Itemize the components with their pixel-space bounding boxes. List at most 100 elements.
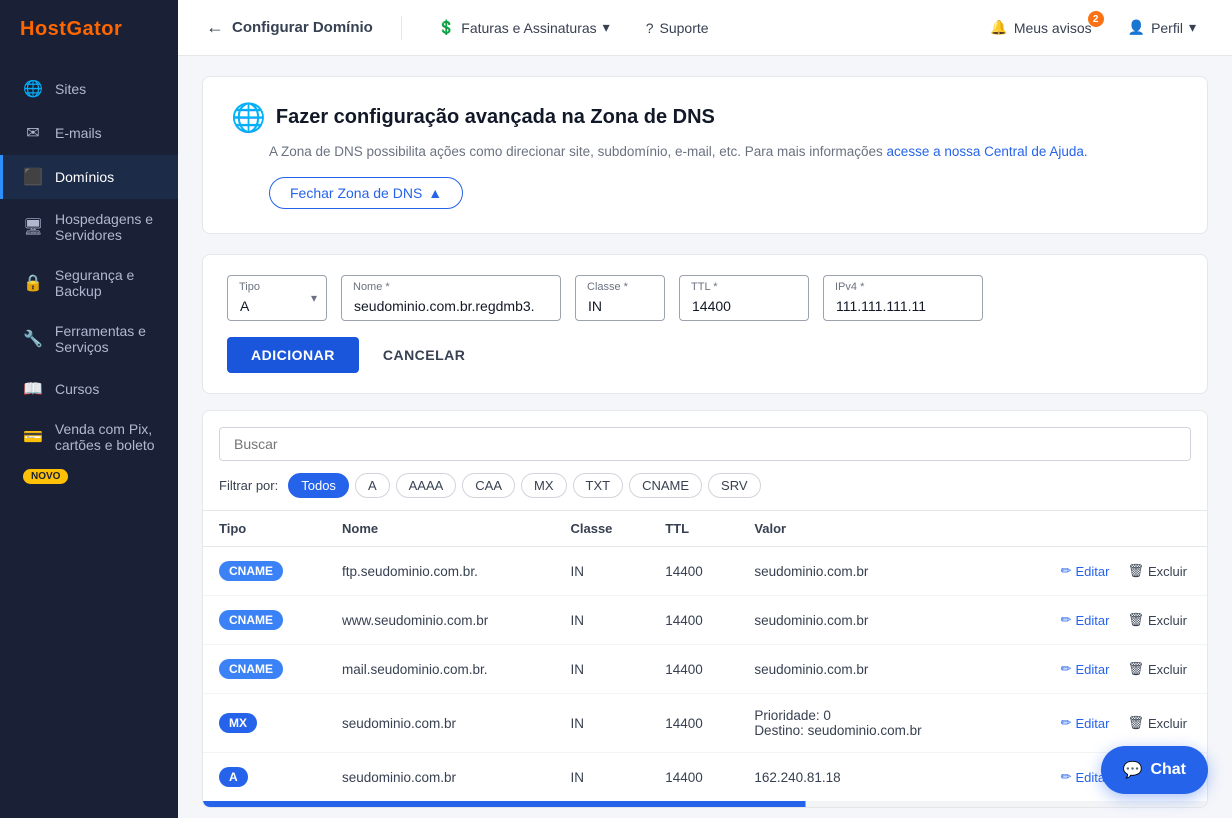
filter-srv-button[interactable]: SRV xyxy=(708,473,761,498)
dns-records-table: Tipo Nome Classe TTL Valor CNAME ftp.seu… xyxy=(203,510,1207,801)
col-tipo: Tipo xyxy=(203,511,326,547)
cell-nome: ftp.seudominio.com.br. xyxy=(326,547,554,596)
cell-ttl: 14400 xyxy=(649,596,738,645)
suporte-label: Suporte xyxy=(660,20,709,36)
tipo-select[interactable]: A CNAME MX TXT AAAA CAA SRV xyxy=(227,275,327,321)
table-scroll-bar xyxy=(203,801,1207,807)
adicionar-button[interactable]: ADICIONAR xyxy=(227,337,359,373)
type-badge: CNAME xyxy=(219,659,283,679)
globe-icon: 🌐 xyxy=(231,101,266,134)
content-area: 🌐 Fazer configuração avançada na Zona de… xyxy=(178,56,1232,818)
sidebar-item-sites[interactable]: 🌐 Sites xyxy=(0,67,178,111)
user-icon: 👤 xyxy=(1128,19,1145,36)
sidebar-item-seguranca[interactable]: 🔒 Segurança e Backup xyxy=(0,255,178,311)
edit-button[interactable]: ✏ Editar xyxy=(1057,561,1114,581)
cell-valor: seudominio.com.br xyxy=(738,645,993,694)
sidebar-item-venda[interactable]: 💳 Venda com Pix, cartões e boleto NOVO xyxy=(0,411,178,494)
cell-classe: IN xyxy=(554,753,649,802)
classe-input[interactable] xyxy=(575,275,665,321)
filter-caa-button[interactable]: CAA xyxy=(462,473,515,498)
delete-button[interactable]: 🗑 Excluir xyxy=(1123,659,1191,679)
edit-icon: ✏ xyxy=(1061,769,1072,785)
sidebar-item-emails[interactable]: ✉ E-mails xyxy=(0,111,178,155)
sidebar-item-label: Cursos xyxy=(55,381,99,397)
dominios-icon: ⬛ xyxy=(23,167,43,187)
sidebar-item-label: Ferramentas e Serviços xyxy=(55,323,158,355)
col-actions xyxy=(994,511,1207,547)
chevron-up-icon: ▲ xyxy=(428,185,442,201)
trash-icon: 🗑 xyxy=(1127,612,1144,628)
chat-icon: 💬 xyxy=(1123,760,1143,780)
avisos-label: Meus avisos xyxy=(1014,20,1092,36)
search-input[interactable] xyxy=(219,427,1191,461)
dns-form: Tipo A CNAME MX TXT AAAA CAA SRV ▾ Nome … xyxy=(202,254,1208,394)
edit-icon: ✏ xyxy=(1061,563,1072,579)
sidebar-item-cursos[interactable]: 📖 Cursos xyxy=(0,367,178,411)
cursos-icon: 📖 xyxy=(23,379,43,399)
edit-button[interactable]: ✏ Editar xyxy=(1057,713,1114,733)
faturas-menu[interactable]: 💲 Faturas e Assinaturas ▾ xyxy=(430,15,618,40)
dns-description: A Zona de DNS possibilita ações como dir… xyxy=(269,144,1179,159)
suporte-menu[interactable]: ? Suporte xyxy=(638,16,717,40)
form-actions: ADICIONAR CANCELAR xyxy=(227,337,1183,373)
ttl-field-group: TTL * xyxy=(679,275,809,321)
sidebar-item-label: Segurança e Backup xyxy=(55,267,158,299)
ipv4-input[interactable] xyxy=(823,275,983,321)
perfil-label: Perfil xyxy=(1151,20,1183,36)
dns-table-section: Filtrar por: Todos A AAAA CAA MX TXT CNA… xyxy=(202,410,1208,808)
cell-valor: 162.240.81.18 xyxy=(738,753,993,802)
filter-mx-button[interactable]: MX xyxy=(521,473,567,498)
form-fields-row: Tipo A CNAME MX TXT AAAA CAA SRV ▾ Nome … xyxy=(227,275,1183,321)
edit-icon: ✏ xyxy=(1061,612,1072,628)
sidebar-nav: 🌐 Sites ✉ E-mails ⬛ Domínios 🖥 Hospedage… xyxy=(0,59,178,818)
delete-button[interactable]: 🗑 Excluir xyxy=(1123,713,1191,733)
sidebar-item-label: Domínios xyxy=(55,169,114,185)
nome-input[interactable] xyxy=(341,275,561,321)
sidebar-item-ferramentas[interactable]: 🔧 Ferramentas e Serviços xyxy=(0,311,178,367)
sidebar-item-label: Venda com Pix, cartões e boleto xyxy=(55,421,158,453)
tipo-field-group: Tipo A CNAME MX TXT AAAA CAA SRV ▾ xyxy=(227,275,327,321)
cell-actions: ✏ Editar 🗑 Excluir xyxy=(994,547,1207,596)
cell-tipo: CNAME xyxy=(203,645,326,694)
trash-icon: 🗑 xyxy=(1127,715,1144,731)
cell-classe: IN xyxy=(554,694,649,753)
hospedagens-icon: 🖥 xyxy=(23,217,43,237)
cancelar-button[interactable]: CANCELAR xyxy=(367,337,482,373)
chevron-down-icon: ▾ xyxy=(1189,19,1196,36)
cell-tipo: CNAME xyxy=(203,596,326,645)
edit-button[interactable]: ✏ Editar xyxy=(1057,659,1114,679)
chevron-down-icon: ▾ xyxy=(603,19,610,36)
filter-row: Filtrar por: Todos A AAAA CAA MX TXT CNA… xyxy=(203,473,1207,510)
cell-valor: Prioridade: 0Destino: seudominio.com.br xyxy=(738,694,993,753)
dns-section-title: Fazer configuração avançada na Zona de D… xyxy=(276,106,715,129)
filter-a-button[interactable]: A xyxy=(355,473,390,498)
brand-logo[interactable]: HostGator xyxy=(0,0,178,59)
fechar-zona-dns-button[interactable]: Fechar Zona de DNS ▲ xyxy=(269,177,463,209)
edit-button[interactable]: ✏ Editar xyxy=(1057,610,1114,630)
col-classe: Classe xyxy=(554,511,649,547)
cell-valor: seudominio.com.br xyxy=(738,596,993,645)
edit-icon: ✏ xyxy=(1061,661,1072,677)
dns-info-section: 🌐 Fazer configuração avançada na Zona de… xyxy=(202,76,1208,234)
perfil-menu[interactable]: 👤 Perfil ▾ xyxy=(1120,15,1204,40)
chat-button[interactable]: 💬 Chat xyxy=(1101,746,1208,794)
central-ajuda-link[interactable]: acesse a nossa Central de Ajuda. xyxy=(887,144,1088,159)
type-badge: MX xyxy=(219,713,257,733)
filter-txt-button[interactable]: TXT xyxy=(573,473,624,498)
filter-cname-button[interactable]: CNAME xyxy=(629,473,702,498)
back-button[interactable]: ← Configurar Domínio xyxy=(206,17,373,38)
cell-valor: seudominio.com.br xyxy=(738,547,993,596)
delete-button[interactable]: 🗑 Excluir xyxy=(1123,610,1191,630)
novo-badge: NOVO xyxy=(23,469,68,484)
filter-todos-button[interactable]: Todos xyxy=(288,473,349,498)
ttl-input[interactable] xyxy=(679,275,809,321)
sidebar-item-hospedagens[interactable]: 🖥 Hospedagens e Servidores xyxy=(0,199,178,255)
avisos-menu[interactable]: 2 🔔 Meus avisos xyxy=(982,15,1099,40)
delete-button[interactable]: 🗑 Excluir xyxy=(1123,561,1191,581)
sidebar-item-dominios[interactable]: ⬛ Domínios xyxy=(0,155,178,199)
cell-actions: ✏ Editar 🗑 Excluir xyxy=(994,645,1207,694)
filter-aaaa-button[interactable]: AAAA xyxy=(396,473,457,498)
venda-icon: 💳 xyxy=(23,427,43,447)
trash-icon: 🗑 xyxy=(1127,661,1144,677)
sites-icon: 🌐 xyxy=(23,79,43,99)
